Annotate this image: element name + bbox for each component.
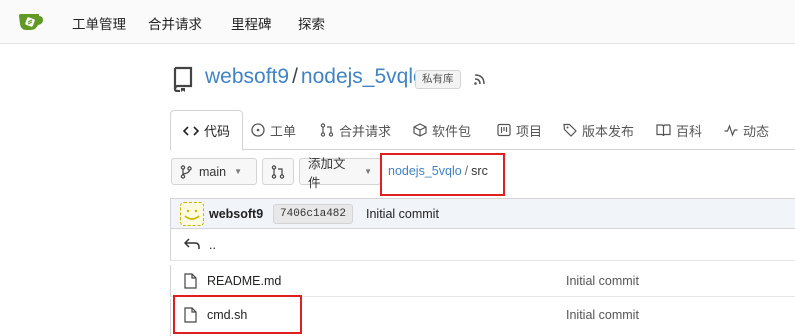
file-row: README.md Initial commit (170, 265, 795, 297)
tab-wiki[interactable]: 百科 (656, 110, 702, 150)
nav-pull-requests[interactable]: 合并请求 (148, 13, 202, 33)
tab-releases-label: 版本发布 (582, 123, 635, 139)
latest-commit-bar: websoft9 7406c1a482 Initial commit (170, 198, 795, 229)
chevron-down-icon: ▼ (234, 167, 243, 176)
compare-button[interactable] (262, 158, 294, 185)
add-file-label: 添加文件 (308, 156, 346, 190)
tab-issues-label: 工单 (270, 123, 297, 139)
commit-author[interactable]: websoft9 (209, 207, 263, 221)
tab-code[interactable]: 代码 (170, 110, 244, 151)
top-navbar: 工单管理 合并请求 里程碑 探索 (0, 0, 795, 44)
tab-pull-requests[interactable]: 合并请求 (320, 110, 391, 150)
book-icon (656, 124, 671, 137)
tab-wiki-label: 百科 (676, 123, 703, 139)
branch-icon (180, 164, 192, 179)
tab-pull-requests-label: 合并请求 (339, 123, 392, 139)
tab-issues[interactable]: 工单 (251, 110, 296, 150)
private-badge: 私有库 (415, 70, 461, 89)
tab-releases[interactable]: 版本发布 (563, 110, 634, 150)
nav-issues[interactable]: 工单管理 (72, 13, 126, 33)
identicon-icon (184, 209, 200, 220)
tab-projects-label: 项目 (516, 123, 543, 139)
tab-packages-label: 软件包 (432, 123, 472, 139)
repo-title-separator: / (292, 65, 298, 88)
tab-activity[interactable]: 动态 (724, 110, 769, 150)
commit-sha[interactable]: 7406c1a482 (273, 204, 354, 224)
tag-icon (563, 123, 577, 137)
chevron-down-icon: ▼ (364, 167, 372, 176)
file-icon (184, 273, 197, 289)
file-commit-message[interactable]: Initial commit (566, 308, 639, 322)
file-commit-message[interactable]: Initial commit (566, 274, 639, 288)
avatar[interactable] (180, 202, 204, 226)
project-icon (497, 123, 511, 137)
repo-name-link[interactable]: nodejs_5vqlo (301, 65, 425, 88)
tab-projects[interactable]: 项目 (497, 110, 542, 150)
pull-request-icon (320, 123, 334, 137)
repo-title: websoft9/nodejs_5vqlo (205, 65, 425, 89)
branch-name: main (199, 164, 227, 179)
gitea-logo-icon[interactable] (18, 11, 44, 31)
rss-icon[interactable] (472, 71, 488, 87)
parent-directory-link[interactable]: .. (209, 238, 216, 252)
add-file-dropdown[interactable]: 添加文件 ▼ (299, 157, 381, 190)
compare-icon (271, 164, 285, 179)
repo-icon (173, 66, 193, 92)
repo-tabs: 代码 工单 合并请求 软件包 项目 版本发布 百科 动态 (170, 110, 795, 151)
breadcrumb-highlight-box (380, 153, 505, 196)
nav-explore[interactable]: 探索 (298, 13, 325, 33)
parent-directory-row[interactable]: .. (170, 229, 795, 261)
tab-packages[interactable]: 软件包 (413, 110, 471, 150)
file-name-link[interactable]: README.md (207, 274, 281, 288)
package-icon (413, 123, 427, 137)
tab-code-label: 代码 (204, 124, 231, 139)
repo-owner-link[interactable]: websoft9 (205, 65, 289, 88)
branch-dropdown[interactable]: main ▼ (171, 158, 257, 185)
nav-milestones[interactable]: 里程碑 (231, 13, 272, 33)
file-highlight-box (173, 295, 302, 334)
issue-icon (251, 123, 265, 137)
code-icon (183, 125, 199, 136)
commit-message[interactable]: Initial commit (366, 207, 439, 221)
back-arrow-icon (184, 238, 200, 249)
tab-activity-label: 动态 (743, 123, 770, 139)
pulse-icon (724, 124, 738, 137)
